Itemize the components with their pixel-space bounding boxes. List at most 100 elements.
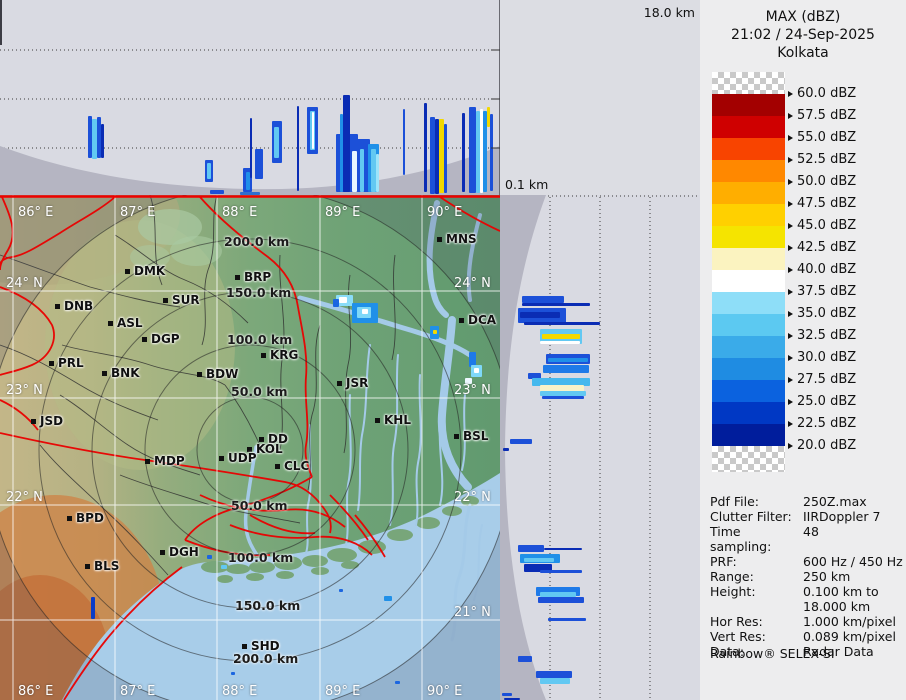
- echo-bar: [540, 385, 584, 392]
- echo-bar: [503, 448, 509, 451]
- echo-bar: [540, 570, 582, 573]
- echo-bar: [360, 149, 364, 192]
- height-axis-min-label: 0.1 km: [505, 177, 549, 192]
- echo-bar: [207, 555, 212, 559]
- info-label: Height:: [710, 584, 756, 599]
- legend-band: [712, 424, 785, 446]
- echo-bar: [274, 127, 279, 158]
- echo-bar: [231, 672, 235, 675]
- legend-band-label: 55.0 dBZ: [788, 130, 856, 145]
- echo-bar: [540, 678, 570, 684]
- info-label: Range:: [710, 569, 754, 584]
- legend-band-label: 50.0 dBZ: [788, 174, 856, 189]
- echo-bar: [339, 589, 343, 592]
- echo-bar: [435, 119, 439, 194]
- info-label: PRF:: [710, 554, 737, 569]
- legend-datetime: 21:02 / 24-Sep-2025: [731, 27, 875, 43]
- echo-bar: [540, 391, 586, 396]
- echo-bar: [542, 334, 580, 339]
- legend-band-label: 20.0 dBZ: [788, 438, 856, 453]
- echo-bar: [395, 681, 400, 684]
- echo-bar: [540, 592, 576, 597]
- legend-band: [712, 116, 785, 138]
- echo-bar: [210, 190, 224, 194]
- info-value: 250 km: [803, 569, 851, 584]
- echo-bar: [312, 112, 314, 149]
- echo-bar: [524, 322, 600, 325]
- legend-band: [712, 270, 785, 292]
- echo-bar: [524, 558, 554, 562]
- legend-band-label: 35.0 dBZ: [788, 306, 856, 321]
- legend-band-label: 42.5 dBZ: [788, 240, 856, 255]
- legend-band-above-max: [712, 72, 785, 94]
- echo-bar: [444, 124, 447, 193]
- echo-bar: [439, 119, 444, 193]
- echo-bar: [544, 548, 582, 550]
- echo-bar: [474, 368, 479, 373]
- legend-band: [712, 204, 785, 226]
- top-projection-panel: [0, 0, 500, 195]
- info-value: 0.100 km to: [803, 584, 879, 599]
- legend-band: [712, 226, 785, 248]
- info-label: Vert Res:: [710, 629, 766, 644]
- info-label: Clutter Filter:: [710, 509, 792, 524]
- info-row: Time sampling: 48: [710, 524, 902, 554]
- echo-bar: [548, 358, 588, 362]
- echo-bar: [371, 149, 376, 192]
- software-brand-label: Rainbow® SELEX-SI: [710, 646, 835, 661]
- legend-band-label: 32.5 dBZ: [788, 328, 856, 343]
- info-row: PRF: 600 Hz / 450 Hz: [710, 554, 903, 569]
- echo-bar: [469, 352, 476, 367]
- product-info-block: Pdf File: 250Z.max Clutter Filter: IIRDoppl…: [710, 494, 903, 659]
- legend-band-label: 47.5 dBZ: [788, 196, 856, 211]
- legend-band: [712, 94, 785, 116]
- legend-band-label: 27.5 dBZ: [788, 372, 856, 387]
- echo-bar: [255, 149, 263, 179]
- ppi-map: [0, 195, 500, 700]
- info-value: 250Z.max: [803, 494, 867, 509]
- info-row: Pdf File: 250Z.max: [710, 494, 902, 509]
- legend-band-label: 45.0 dBZ: [788, 218, 856, 233]
- echo-bar: [465, 378, 472, 384]
- info-label: Pdf File:: [710, 494, 759, 509]
- echo-bar: [520, 312, 560, 318]
- radar-display-window: 86° E 86° E 87° E 87° E 88° E 88° E 89° E 89° E…: [0, 0, 906, 700]
- echo-bar: [333, 299, 339, 307]
- info-row: Hor Res: 1.000 km/pixel: [710, 614, 902, 629]
- legend-band: [712, 402, 785, 424]
- legend-band-label: 37.5 dBZ: [788, 284, 856, 299]
- legend-band-label: 25.0 dBZ: [788, 394, 856, 409]
- echo-bar: [88, 116, 92, 158]
- echo-bar: [433, 330, 437, 334]
- echo-bar: [522, 296, 564, 303]
- echo-bar: [480, 109, 483, 193]
- info-label: [710, 599, 803, 614]
- legend-title: MAX (dBZ): [765, 9, 841, 25]
- legend-panel: MAX (dBZ) 21:02 / 24-Sep-2025 Kolkata 60…: [700, 0, 906, 700]
- echo-bar: [221, 565, 227, 569]
- echo-bar: [542, 396, 584, 399]
- echo-bar: [424, 103, 427, 192]
- echo-bar: [538, 597, 584, 603]
- side-projection-plot: [500, 195, 700, 700]
- echo-bar: [250, 118, 252, 178]
- legend-band-label: 30.0 dBZ: [788, 350, 856, 365]
- echo-bar: [469, 107, 476, 193]
- echo-bar: [430, 117, 435, 194]
- ppi-map-panel: 86° E 86° E 87° E 87° E 88° E 88° E 89° E 89° E…: [0, 195, 500, 700]
- info-value: 18.000 km: [803, 599, 871, 614]
- echo-bar: [532, 378, 590, 386]
- legend-band-label: 52.5 dBZ: [788, 152, 856, 167]
- echo-bar: [376, 154, 379, 192]
- info-row: Vert Res: 0.089 km/pixel: [710, 629, 902, 644]
- echo-bar: [352, 151, 357, 192]
- legend-band: [712, 248, 785, 270]
- side-projection-panel: [500, 195, 700, 700]
- echo-bar: [97, 117, 101, 158]
- echo-bar: [548, 618, 586, 621]
- echo-bar: [518, 656, 532, 662]
- top-projection-plot: [0, 0, 500, 195]
- legend-band: [712, 182, 785, 204]
- echo-bar: [476, 111, 480, 193]
- echo-bar: [540, 341, 580, 344]
